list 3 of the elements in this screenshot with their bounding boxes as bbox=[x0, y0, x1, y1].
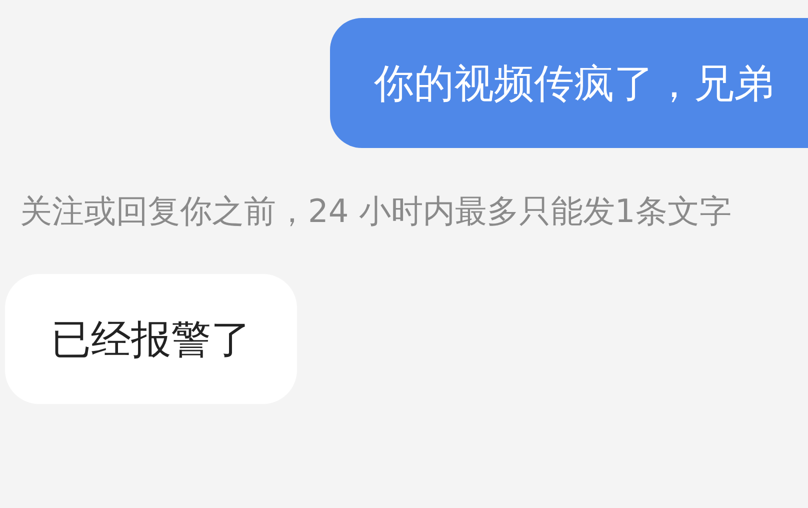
message-bubble: 你的视频传疯了，兄弟 bbox=[330, 18, 808, 148]
notice-text: 关注或回复你之前，24 小时内最多只能发1条文字 bbox=[19, 191, 732, 232]
message-bubble: 已经报警了 bbox=[5, 274, 297, 404]
